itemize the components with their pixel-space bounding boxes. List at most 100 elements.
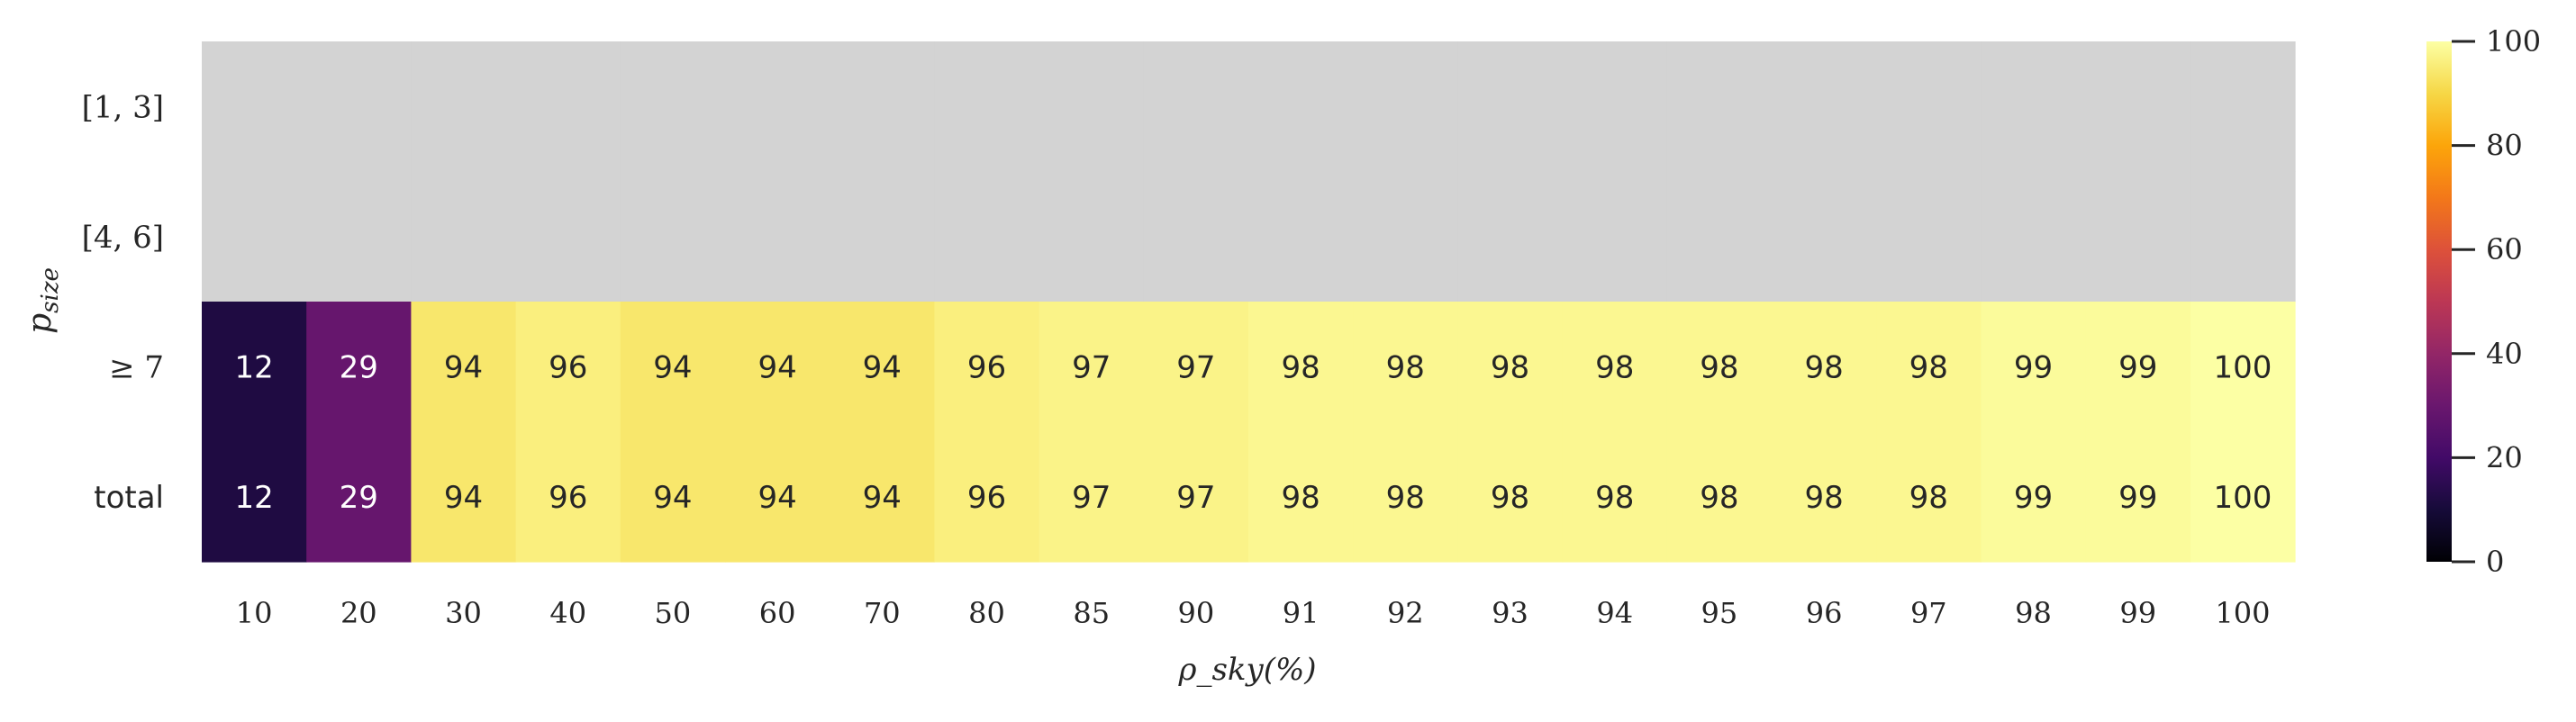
heatmap-cell xyxy=(725,171,830,302)
x-tick-label: 70 xyxy=(864,596,901,630)
heatmap-cell xyxy=(1562,41,1668,173)
colorbar xyxy=(2426,41,2452,562)
y-axis-label: psize xyxy=(22,267,64,334)
cell-value-label: 94 xyxy=(863,480,902,516)
cell-value-label: 98 xyxy=(1491,349,1529,385)
heatmap-cell xyxy=(1143,41,1249,173)
cell-value-label: 98 xyxy=(1595,480,1634,516)
heatmap-cell xyxy=(1666,41,1773,173)
y-tick-label: [1, 3] xyxy=(82,89,164,125)
heatmap-cell xyxy=(830,41,935,173)
heatmap-cell xyxy=(1876,41,1982,173)
cell-value-label: 96 xyxy=(549,349,587,385)
cell-value-label: 99 xyxy=(2118,349,2157,385)
cell-value-label: 97 xyxy=(1072,480,1111,516)
heatmap-cell xyxy=(1562,171,1668,302)
heatmap-cell xyxy=(1353,41,1458,173)
heatmap-cell xyxy=(515,171,621,302)
colorbar-tick-label: 20 xyxy=(2486,440,2523,474)
cell-value-label: 12 xyxy=(234,480,273,516)
x-tick-label: 93 xyxy=(1492,596,1528,630)
colorbar-ticks: 0 20 40 60 80 100 xyxy=(2452,24,2541,579)
x-tick-label: 10 xyxy=(236,596,273,630)
x-tick-label: 40 xyxy=(549,596,586,630)
x-tick-label: 60 xyxy=(759,596,796,630)
colorbar-tick-label: 40 xyxy=(2486,337,2523,371)
cell-value-label: 98 xyxy=(1281,349,1320,385)
x-tick-label: 94 xyxy=(1596,596,1633,630)
cell-value-label: 29 xyxy=(340,349,378,385)
heatmap-cell xyxy=(1353,171,1458,302)
heatmap-cell xyxy=(2190,171,2296,302)
x-tick-label: 98 xyxy=(2015,596,2052,630)
x-tick-label: 20 xyxy=(340,596,377,630)
heatmap-cell xyxy=(202,171,307,302)
heatmap-cell xyxy=(202,41,307,173)
cell-value-label: 98 xyxy=(1700,349,1738,385)
cell-value-label: 94 xyxy=(653,349,692,385)
cell-value-label: 98 xyxy=(1386,480,1425,516)
cell-value-label: 94 xyxy=(863,349,902,385)
cell-value-label: 99 xyxy=(2118,480,2157,516)
cell-value-label: 96 xyxy=(967,349,1006,385)
x-tick-label: 91 xyxy=(1283,596,1320,630)
cell-value-label: 29 xyxy=(340,480,378,516)
cell-value-label: 98 xyxy=(1595,349,1634,385)
cell-value-label: 99 xyxy=(2014,349,2053,385)
heatmap-cell xyxy=(515,41,621,173)
cell-value-label: 98 xyxy=(1804,480,1843,516)
cell-value-label: 100 xyxy=(2213,480,2272,516)
heatmap-cell xyxy=(620,41,726,173)
heatmap-cell xyxy=(1039,41,1145,173)
cell-value-label: 98 xyxy=(1281,480,1320,516)
heatmap-cell xyxy=(620,171,726,302)
cell-value-label: 100 xyxy=(2213,349,2272,385)
heatmap-cell xyxy=(934,171,1040,302)
cell-value-label: 98 xyxy=(1491,480,1529,516)
colorbar-tick-label: 60 xyxy=(2486,232,2523,266)
x-tick-label: 80 xyxy=(968,596,1005,630)
heatmap-cell xyxy=(725,41,830,173)
heatmap-cell xyxy=(1981,41,2087,173)
y-tick-label: [4, 6] xyxy=(82,220,164,256)
heatmap-chart: 12 29 94 96 94 94 94 96 97 97 98 98 98 98 98 98 98 99 99 10… xyxy=(22,24,2541,688)
x-tick-label: 30 xyxy=(445,596,482,630)
cell-value-label: 98 xyxy=(1386,349,1425,385)
heatmap-cell xyxy=(2085,41,2191,173)
heatmap-cell xyxy=(2085,171,2191,302)
y-tick-label: total xyxy=(94,480,164,516)
colorbar-tick-label: 100 xyxy=(2486,24,2541,59)
colorbar-tick-label: 80 xyxy=(2486,129,2523,163)
cell-value-label: 98 xyxy=(1909,480,1948,516)
heatmap-cell xyxy=(1772,41,1877,173)
cell-value-label: 97 xyxy=(1176,480,1215,516)
x-tick-label: 100 xyxy=(2215,596,2270,630)
x-tick-label: 95 xyxy=(1701,596,1738,630)
heatmap-cell xyxy=(1457,41,1564,173)
x-tick-labels: 10 20 30 40 50 60 70 80 85 90 91 92 93 94 95 96 97 98 99 10… xyxy=(236,596,2271,630)
cell-value-label: 94 xyxy=(444,480,483,516)
x-tick-label: 50 xyxy=(655,596,692,630)
cell-value-label: 94 xyxy=(653,480,692,516)
heatmap-cell xyxy=(1039,171,1145,302)
heatmap-cell xyxy=(1248,41,1354,173)
cell-value-label: 98 xyxy=(1700,480,1738,516)
heatmap-cell xyxy=(1457,171,1564,302)
x-tick-label: 97 xyxy=(1910,596,1947,630)
heatmap-cell xyxy=(830,171,935,302)
x-axis-label: ρ_sky(%) xyxy=(1177,652,1316,688)
cell-value-label: 98 xyxy=(1804,349,1843,385)
heatmap-cells: 12 29 94 96 94 94 94 96 97 97 98 98 98 98 98 98 98 99 99 10… xyxy=(202,41,2296,563)
heatmap-cell xyxy=(1981,171,2087,302)
cell-value-label: 97 xyxy=(1176,349,1215,385)
heatmap-cell xyxy=(1248,171,1354,302)
cell-value-label: 12 xyxy=(234,349,273,385)
cell-value-label: 97 xyxy=(1072,349,1111,385)
heatmap-cell xyxy=(411,171,517,302)
cell-value-label: 98 xyxy=(1909,349,1948,385)
x-tick-label: 99 xyxy=(2119,596,2156,630)
x-tick-label: 96 xyxy=(1806,596,1843,630)
cell-value-label: 94 xyxy=(757,349,796,385)
heatmap-cell xyxy=(1143,171,1249,302)
heatmap-cell xyxy=(2190,41,2296,173)
